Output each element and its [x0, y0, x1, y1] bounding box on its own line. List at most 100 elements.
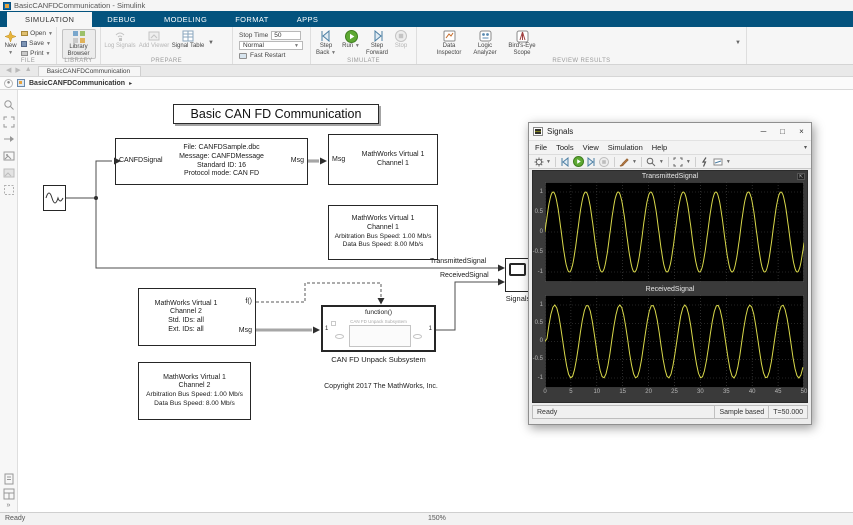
- birdseye-scope-button[interactable]: Bird's-Eye Scope: [503, 29, 541, 57]
- logic-analyzer-button[interactable]: Logic Analyzer: [467, 29, 503, 57]
- menu-simulation[interactable]: Simulation: [608, 143, 643, 152]
- received-signal-label[interactable]: ReceivedSignal: [440, 272, 489, 279]
- wire-to-pack[interactable]: [96, 161, 112, 198]
- save-button[interactable]: Save▼: [20, 39, 54, 48]
- fit-to-view-icon[interactable]: [3, 115, 15, 127]
- property-inspector-icon[interactable]: [3, 487, 15, 499]
- minimize-button[interactable]: ─: [754, 123, 773, 140]
- menu-view[interactable]: View: [583, 143, 599, 152]
- wire-function-call[interactable]: [256, 283, 381, 302]
- prepare-overflow-button[interactable]: ▼: [208, 40, 214, 46]
- can-config-ch2-block[interactable]: MathWorks Virtual 1 Channel 2 Arbitratio…: [138, 362, 251, 420]
- update-diagram-icon[interactable]: [3, 132, 15, 144]
- transmitted-signal-label[interactable]: TransmittedSignal: [430, 258, 486, 265]
- tab-format[interactable]: FORMAT: [221, 11, 283, 27]
- review-group-label: REVIEW RESULTS: [417, 58, 746, 64]
- print-button[interactable]: Print▼: [20, 49, 54, 58]
- wire-received-signal[interactable]: [436, 282, 502, 330]
- can-receive-block[interactable]: f() Msg MathWorks Virtual 1 Channel 2 St…: [138, 288, 256, 346]
- scope-block[interactable]: [505, 258, 530, 292]
- model-tab[interactable]: BasicCANFDCommunication: [38, 66, 141, 76]
- x-tick-label: 40: [745, 389, 759, 395]
- chevron-down-icon[interactable]: ▼: [659, 159, 664, 165]
- scope-fit-view-icon[interactable]: [673, 156, 684, 167]
- menu-file[interactable]: File: [535, 143, 547, 152]
- pack-inport-label: CANFDSignal: [119, 157, 163, 164]
- x-tick-label: 25: [668, 389, 682, 395]
- scope-zoom-icon[interactable]: [646, 156, 657, 167]
- display2-title: ReceivedSignal: [646, 286, 695, 293]
- trigger-icon[interactable]: [700, 156, 711, 167]
- print-icon: [21, 51, 28, 56]
- zoom-tool-icon[interactable]: [3, 98, 15, 110]
- copyright-annotation[interactable]: Copyright 2017 The MathWorks, Inc.: [276, 383, 486, 390]
- chevron-down-icon[interactable]: ▼: [726, 159, 731, 165]
- model-data-icon[interactable]: [3, 472, 15, 484]
- open-folder-icon: [21, 31, 28, 36]
- explorer-collapse-icon[interactable]: ●: [4, 79, 13, 88]
- x-tick-label: 45: [771, 389, 785, 395]
- library-browser-button[interactable]: Library Browser: [62, 29, 96, 59]
- fast-restart-toggle[interactable]: Fast Restart: [239, 51, 303, 60]
- nav-up-icon[interactable]: ▲: [25, 66, 32, 74]
- model-editor: » Basic CAN FD Communication CANFDSignal…: [0, 90, 853, 512]
- nav-back-icon[interactable]: ◀: [6, 66, 11, 74]
- run-button[interactable]: Run ▼: [339, 29, 363, 50]
- x-tick-label: 10: [590, 389, 604, 395]
- scope-titlebar[interactable]: Signals ─ □ ×: [529, 123, 811, 141]
- area-box-icon[interactable]: [3, 183, 15, 195]
- stop-button[interactable]: Stop: [391, 29, 411, 50]
- scope-stop-icon[interactable]: [599, 156, 610, 167]
- add-viewer-button[interactable]: Add Viewer: [137, 29, 171, 50]
- menubar-overflow-icon[interactable]: ▾: [804, 144, 807, 151]
- sine-source-block[interactable]: [43, 185, 66, 211]
- step-forward-button[interactable]: Step Forward: [363, 29, 391, 57]
- maximize-button[interactable]: □: [773, 123, 792, 140]
- file-group: New ▼ Open▼ Save▼ Print▼ FILE: [0, 27, 57, 64]
- highlight-brush-icon[interactable]: [619, 156, 630, 167]
- settings-gear-icon[interactable]: [533, 156, 544, 167]
- can-transmit-block[interactable]: Msg MathWorks Virtual 1 Channel 1: [328, 134, 438, 185]
- log-signals-button[interactable]: Log Signals: [103, 29, 137, 50]
- annotation-image-icon[interactable]: [3, 149, 15, 161]
- window-titlebar[interactable]: BasicCANFDCommunication - Simulink: [0, 0, 853, 11]
- maximize-display-icon[interactable]: ⇱: [797, 173, 805, 180]
- scope-run-icon[interactable]: [573, 156, 584, 167]
- stop-time-input[interactable]: 50: [271, 31, 301, 40]
- chevron-down-icon[interactable]: ▼: [546, 159, 551, 165]
- chevron-down-icon: ▼: [46, 41, 51, 47]
- canfd-pack-block[interactable]: CANFDSignal Msg File: CANFDSample.dbc Me…: [115, 138, 308, 185]
- new-button[interactable]: New ▼: [2, 29, 19, 57]
- close-button[interactable]: ×: [792, 123, 811, 140]
- title-annotation[interactable]: Basic CAN FD Communication: [173, 104, 379, 124]
- model-canvas[interactable]: Basic CAN FD Communication CANFDSignal M…: [18, 90, 853, 512]
- x-tick-label: 50: [797, 389, 811, 395]
- review-overflow-button[interactable]: ▼: [735, 40, 741, 46]
- subsystem-name-label[interactable]: CAN FD Unpack Subsystem: [321, 355, 436, 364]
- tab-apps[interactable]: APPS: [283, 11, 333, 27]
- unpack-subsystem-block[interactable]: function() 1 1 CAN FD Unpack Subsystem: [321, 305, 436, 352]
- sim-mode-select[interactable]: Normal ▼: [239, 41, 303, 50]
- measurements-icon[interactable]: [713, 156, 724, 167]
- palette-overflow-icon[interactable]: »: [7, 502, 11, 509]
- tab-debug[interactable]: DEBUG: [93, 11, 150, 27]
- screenshot-icon[interactable]: [3, 166, 15, 178]
- open-button[interactable]: Open▼: [20, 29, 54, 38]
- nav-forward-icon[interactable]: ▶: [15, 66, 20, 74]
- can-config-ch1-block[interactable]: MathWorks Virtual 1 Channel 1 Arbitratio…: [328, 205, 438, 260]
- scope-step-back-icon[interactable]: [560, 156, 571, 167]
- menu-help[interactable]: Help: [652, 143, 667, 152]
- chevron-down-icon[interactable]: ▼: [632, 159, 637, 165]
- logic-analyzer-icon: [479, 30, 492, 42]
- step-back-button[interactable]: Step Back ▼: [313, 29, 339, 57]
- signal-table-button[interactable]: Signal Table: [171, 29, 205, 50]
- tab-modeling[interactable]: MODELING: [150, 11, 221, 27]
- chevron-down-icon[interactable]: ▼: [686, 159, 691, 165]
- tab-simulation[interactable]: SIMULATION: [6, 11, 93, 27]
- menu-tools[interactable]: Tools: [556, 143, 574, 152]
- breadcrumb-arrow-icon[interactable]: ▸: [129, 80, 132, 87]
- log-signals-label: Log Signals: [104, 43, 135, 50]
- breadcrumb-model-name[interactable]: BasicCANFDCommunication: [29, 80, 125, 87]
- data-inspector-button[interactable]: Data Inspector: [431, 29, 467, 57]
- scope-step-forward-icon[interactable]: [586, 156, 597, 167]
